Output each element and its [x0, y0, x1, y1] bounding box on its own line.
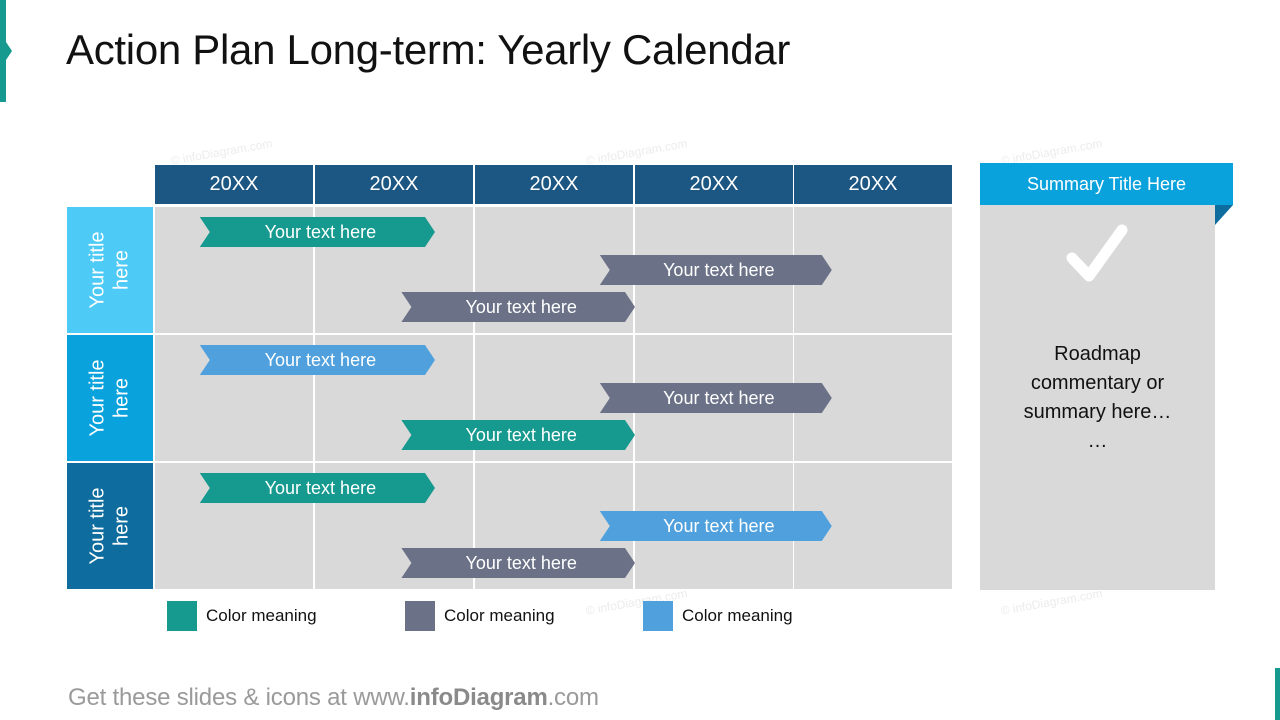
legend-item: Color meaning [167, 601, 317, 631]
timeline-bar: Your text here [200, 217, 435, 247]
footer-credit: Get these slides & icons at www.infoDiag… [68, 684, 599, 712]
watermark: © infoDiagram.com [169, 136, 274, 168]
timeline-bar: Your text here [200, 473, 435, 503]
legend-swatch [405, 601, 435, 631]
legend-swatch [643, 601, 673, 631]
row-title-label: Your title here [87, 487, 133, 565]
year-header: 20XX [635, 165, 793, 204]
timeline-bar: Your text here [600, 511, 832, 541]
corner-accent-bar [1275, 668, 1280, 720]
accent-notch [6, 42, 12, 60]
timeline-bar: Your text here [600, 255, 832, 285]
summary-ribbon-fold [1215, 205, 1233, 225]
legend-label: Color meaning [682, 606, 793, 625]
year-header: 20XX [315, 165, 473, 204]
page-title: Action Plan Long-term: Yearly Calendar [66, 26, 791, 73]
checkmark-icon [1066, 224, 1128, 282]
timeline-bar: Your text here [401, 548, 635, 578]
legend-item: Color meaning [405, 601, 555, 631]
row-title: Your title here [67, 335, 153, 461]
legend-swatch [167, 601, 197, 631]
watermark: © infoDiagram.com [584, 136, 689, 168]
row-title: Your title here [67, 207, 153, 333]
summary-text: Roadmap commentary or summary here… … [1023, 343, 1172, 452]
watermark: © infoDiagram.com [999, 586, 1104, 618]
timeline-bar: Your text here [401, 420, 635, 450]
year-header: 20XX [155, 165, 313, 204]
timeline-bar: Your text here [401, 292, 635, 322]
legend-item: Color meaning [643, 601, 793, 631]
footer-brand: infoDiagram [409, 684, 548, 711]
row-title-label: Your title here [87, 359, 133, 437]
summary-title: Summary Title Here [980, 163, 1233, 205]
legend-label: Color meaning [444, 606, 555, 625]
legend-label: Color meaning [206, 606, 317, 625]
year-header: 20XX [794, 165, 952, 204]
row-title-label: Your title here [87, 231, 133, 309]
footer-suffix: .com [547, 684, 599, 711]
footer-prefix: Get these slides & icons at www. [68, 684, 410, 711]
timeline-bar: Your text here [600, 383, 832, 413]
row-title: Your title here [67, 463, 153, 589]
year-header: 20XX [475, 165, 633, 204]
timeline-bar: Your text here [200, 345, 435, 375]
